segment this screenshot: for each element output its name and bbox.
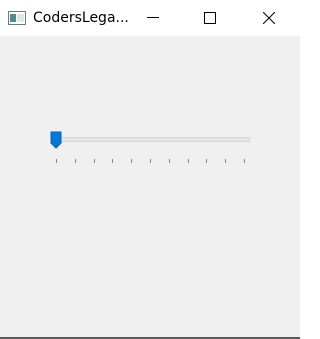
slider-tick (150, 159, 151, 163)
slider-tick (188, 159, 189, 163)
slider-tick (225, 159, 226, 163)
maximize-button[interactable] (187, 0, 233, 36)
slider-tick (131, 159, 132, 163)
slider-tick (75, 159, 76, 163)
slider-tick (56, 159, 57, 163)
close-icon (263, 12, 275, 24)
slider-thumb[interactable] (50, 131, 62, 149)
slider-tick (206, 159, 207, 163)
maximize-icon (204, 12, 216, 24)
window-title: CodersLega... (33, 10, 129, 26)
horizontal-slider[interactable] (48, 128, 252, 168)
client-area (0, 36, 300, 337)
close-button[interactable] (246, 0, 292, 36)
slider-tick (244, 159, 245, 163)
minimize-button[interactable] (130, 0, 176, 36)
slider-tick (169, 159, 170, 163)
app-window-icon (8, 10, 26, 25)
slider-tick (112, 159, 113, 163)
slider-track[interactable] (54, 137, 250, 142)
slider-tick (94, 159, 95, 163)
title-bar[interactable]: CodersLega... (0, 0, 300, 36)
app-window: CodersLega... (0, 0, 300, 339)
minimize-icon (147, 17, 159, 18)
